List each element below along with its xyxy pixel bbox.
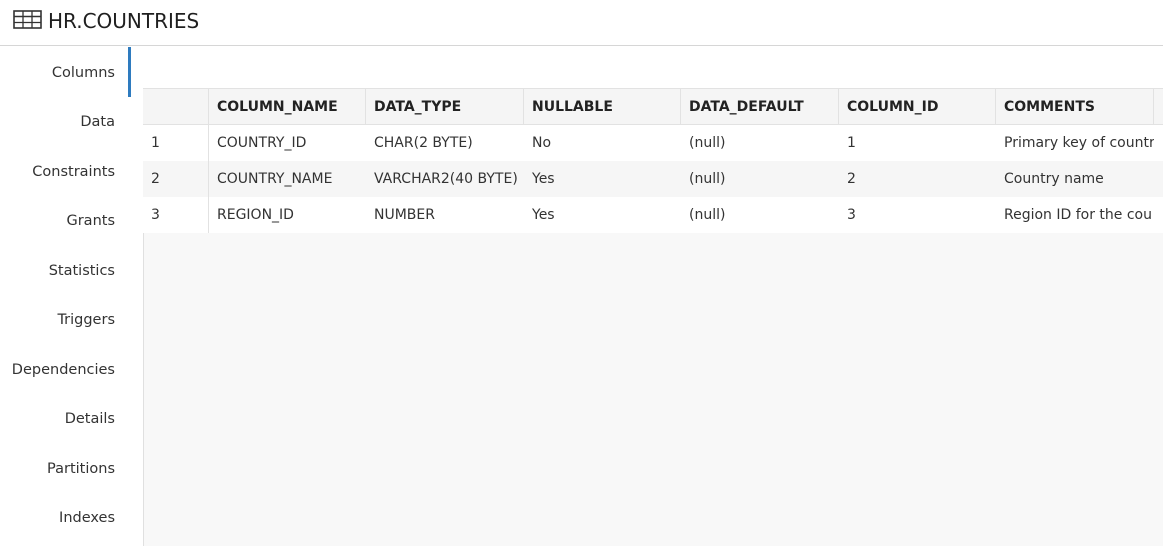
object-header: HR.COUNTRIES bbox=[0, 0, 1163, 46]
tab-triggers[interactable]: Triggers bbox=[57, 310, 115, 330]
cell-data-default[interactable]: (null) bbox=[681, 161, 839, 197]
tab-columns[interactable]: Columns bbox=[52, 63, 115, 83]
tab-constraints[interactable]: Constraints bbox=[32, 162, 115, 182]
cell-data-type[interactable]: NUMBER bbox=[366, 197, 524, 233]
sidebar: Columns Data Constraints Grants Statisti… bbox=[0, 47, 131, 546]
table-row[interactable]: 3 REGION_ID NUMBER Yes (null) 3 Region I… bbox=[143, 197, 1163, 233]
cell-data-default[interactable]: (null) bbox=[681, 197, 839, 233]
tab-data[interactable]: Data bbox=[80, 112, 115, 132]
tab-details[interactable]: Details bbox=[65, 409, 115, 429]
cell-nullable[interactable]: Yes bbox=[524, 161, 681, 197]
table-row[interactable]: 1 COUNTRY_ID CHAR(2 BYTE) No (null) 1 Pr… bbox=[143, 125, 1163, 161]
column-header-nullable[interactable]: NULLABLE bbox=[524, 89, 681, 125]
cell-data-type[interactable]: VARCHAR2(40 BYTE) bbox=[366, 161, 524, 197]
tab-statistics[interactable]: Statistics bbox=[49, 261, 115, 281]
cell-column-id[interactable]: 1 bbox=[839, 125, 996, 161]
row-number: 2 bbox=[151, 171, 160, 187]
tab-grants[interactable]: Grants bbox=[66, 211, 115, 231]
cell-comments[interactable]: Primary key of countr bbox=[996, 125, 1154, 161]
column-header-column-name[interactable]: COLUMN_NAME bbox=[209, 89, 366, 125]
column-header-data-default[interactable]: DATA_DEFAULT bbox=[681, 89, 839, 125]
column-header-column-id[interactable]: COLUMN_ID bbox=[839, 89, 996, 125]
row-number: 3 bbox=[151, 207, 160, 223]
table-row[interactable]: 2 COUNTRY_NAME VARCHAR2(40 BYTE) Yes (nu… bbox=[143, 161, 1163, 197]
tab-partitions[interactable]: Partitions bbox=[47, 459, 115, 479]
cell-nullable[interactable]: No bbox=[524, 125, 681, 161]
cell-column-id[interactable]: 2 bbox=[839, 161, 996, 197]
tab-indexes[interactable]: Indexes bbox=[59, 508, 115, 528]
cell-data-type[interactable]: CHAR(2 BYTE) bbox=[366, 125, 524, 161]
grid-header-row: COLUMN_NAME DATA_TYPE NULLABLE DATA_DEFA… bbox=[143, 88, 1163, 125]
cell-column-name[interactable]: COUNTRY_NAME bbox=[209, 161, 366, 197]
tab-dependencies[interactable]: Dependencies bbox=[12, 360, 115, 380]
cell-comments[interactable]: Country name bbox=[996, 161, 1154, 197]
table-icon bbox=[13, 10, 42, 29]
cell-column-id[interactable]: 3 bbox=[839, 197, 996, 233]
column-header-comments[interactable]: COMMENTS bbox=[996, 89, 1154, 125]
column-header-rownum[interactable] bbox=[143, 89, 209, 125]
column-header-data-type[interactable]: DATA_TYPE bbox=[366, 89, 524, 125]
cell-column-name[interactable]: REGION_ID bbox=[209, 197, 366, 233]
cell-data-default[interactable]: (null) bbox=[681, 125, 839, 161]
cell-column-name[interactable]: COUNTRY_ID bbox=[209, 125, 366, 161]
row-number: 1 bbox=[151, 135, 160, 151]
active-tab-indicator bbox=[128, 47, 131, 97]
cell-comments[interactable]: Region ID for the cou bbox=[996, 197, 1154, 233]
cell-nullable[interactable]: Yes bbox=[524, 197, 681, 233]
page-title: HR.COUNTRIES bbox=[48, 9, 200, 33]
